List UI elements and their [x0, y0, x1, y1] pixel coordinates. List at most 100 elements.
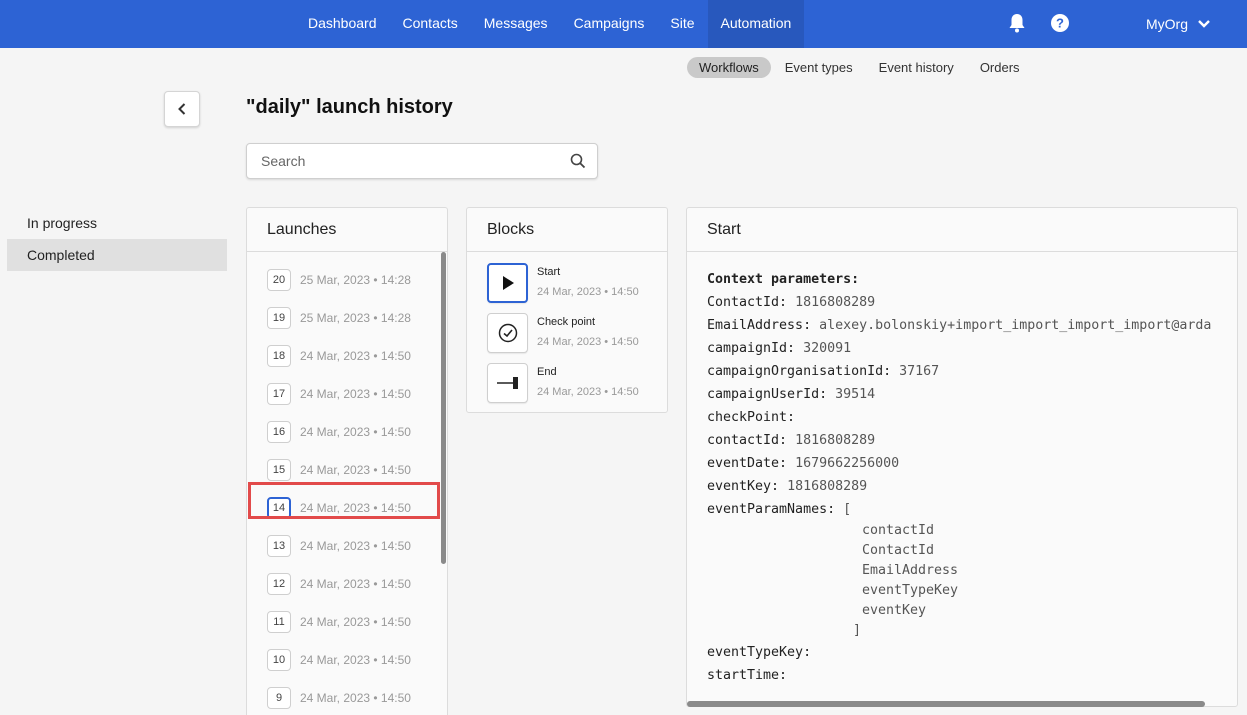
param-key: campaignId: — [707, 341, 796, 356]
launch-date: 24 Mar, 2023 • 14:50 — [300, 653, 411, 667]
chevron-left-icon — [178, 103, 186, 115]
param-value: [ — [843, 502, 852, 517]
param-key: checkPoint: — [707, 410, 796, 425]
param-value: 1816808289 — [795, 295, 876, 310]
param-line: startTime: — [707, 664, 1211, 687]
launch-date: 24 Mar, 2023 • 14:50 — [300, 577, 411, 591]
nav-item-campaigns[interactable]: Campaigns — [561, 0, 658, 48]
array-close: ] — [853, 623, 862, 638]
launch-number: 11 — [267, 611, 291, 633]
filter-in-progress[interactable]: In progress — [7, 207, 227, 239]
launch-date: 24 Mar, 2023 • 14:50 — [300, 615, 411, 629]
detail-scrollbar[interactable] — [687, 701, 1205, 707]
nav-item-contacts[interactable]: Contacts — [390, 0, 471, 48]
block-row[interactable]: End 24 Mar, 2023 • 14:50 — [467, 359, 667, 407]
org-name: MyOrg — [1146, 16, 1188, 32]
tab-event-types[interactable]: Event types — [773, 57, 865, 78]
launches-panel: Launches 20 25 Mar, 2023 • 14:28 19 25 Mar,… — [246, 207, 448, 715]
launch-date: 24 Mar, 2023 • 14:50 — [300, 539, 411, 553]
end-icon — [496, 376, 519, 390]
nav-item-site[interactable]: Site — [657, 0, 707, 48]
param-line: EmailAddress: alexey.bolonskiy+import_im… — [707, 314, 1211, 337]
blocks-title: Blocks — [467, 208, 667, 252]
launch-row[interactable]: 19 25 Mar, 2023 • 14:28 — [247, 299, 442, 337]
launch-number: 19 — [267, 307, 291, 329]
param-line: campaignId: 320091 — [707, 337, 1211, 360]
param-key: campaignOrganisationId: — [707, 364, 892, 379]
search-icon[interactable] — [570, 153, 586, 169]
launch-row[interactable]: 9 24 Mar, 2023 • 14:50 — [247, 679, 442, 715]
sub-nav: Workflows Event types Event history Orders — [687, 57, 1032, 78]
play-icon — [501, 275, 515, 291]
launch-date: 24 Mar, 2023 • 14:50 — [300, 463, 411, 477]
param-line: campaignOrganisationId: 37167 — [707, 360, 1211, 383]
param-line: contactId: 1816808289 — [707, 429, 1211, 452]
nav-item-messages[interactable]: Messages — [471, 0, 561, 48]
nav-item-automation[interactable]: Automation — [707, 0, 805, 48]
launch-row[interactable]: 18 24 Mar, 2023 • 14:50 — [247, 337, 442, 375]
param-value: 37167 — [899, 364, 940, 379]
param-key: startTime: — [707, 668, 788, 683]
launch-row[interactable]: 12 24 Mar, 2023 • 14:50 — [247, 565, 442, 603]
launch-number: 18 — [267, 345, 291, 367]
nav-item-dashboard[interactable]: Dashboard — [295, 0, 390, 48]
launch-date: 24 Mar, 2023 • 14:50 — [300, 387, 411, 401]
launch-date: 25 Mar, 2023 • 14:28 — [300, 273, 411, 287]
block-name: End — [537, 366, 557, 378]
launch-number: 20 — [267, 269, 291, 291]
launch-row[interactable]: 17 24 Mar, 2023 • 14:50 — [247, 375, 442, 413]
notifications-bell-icon[interactable] — [1008, 13, 1026, 33]
param-value: 1679662256000 — [795, 456, 900, 471]
launch-row[interactable]: 14 24 Mar, 2023 • 14:50 — [247, 489, 442, 527]
param-value: 320091 — [803, 341, 852, 356]
launch-row[interactable]: 13 24 Mar, 2023 • 14:50 — [247, 527, 442, 565]
block-date: 24 Mar, 2023 • 14:50 — [537, 336, 639, 348]
block-icon-box — [487, 263, 528, 303]
help-icon[interactable]: ? — [1050, 13, 1070, 33]
block-name: Start — [537, 266, 561, 278]
context-parameters: Context parameters: ContactId: 1816808289… — [707, 268, 1211, 687]
param-line: eventTypeKey: — [707, 641, 1211, 664]
param-value: 1816808289 — [795, 433, 876, 448]
param-line: eventDate: 1679662256000 — [707, 452, 1211, 475]
param-key: eventDate: — [707, 456, 788, 471]
param-value: 39514 — [835, 387, 876, 402]
param-key: eventKey: — [707, 479, 780, 494]
back-button[interactable] — [164, 91, 200, 127]
blocks-panel: Blocks Start 24 Mar, 2023 • 14:50 Check po… — [466, 207, 668, 413]
search-input[interactable] — [247, 144, 557, 178]
launch-number: 15 — [267, 459, 291, 481]
search-box — [246, 143, 598, 179]
svg-text:?: ? — [1056, 16, 1064, 31]
main-nav: Dashboard Contacts Messages Campaigns Site Au… — [295, 0, 805, 48]
param-name-item: eventTypeKey — [862, 583, 959, 598]
launch-number: 16 — [267, 421, 291, 443]
param-value: 1816808289 — [787, 479, 868, 494]
param-key: eventParamNames: — [707, 502, 836, 517]
block-row[interactable]: Check point 24 Mar, 2023 • 14:50 — [467, 309, 667, 357]
launches-scrollbar[interactable] — [441, 252, 446, 564]
page-title: "daily" launch history — [246, 96, 453, 118]
block-name: Check point — [537, 316, 596, 328]
param-name-item: ContactId — [862, 543, 935, 558]
launch-date: 24 Mar, 2023 • 14:50 — [300, 425, 411, 439]
launch-row[interactable]: 11 24 Mar, 2023 • 14:50 — [247, 603, 442, 641]
block-date: 24 Mar, 2023 • 14:50 — [537, 386, 639, 398]
launch-row[interactable]: 10 24 Mar, 2023 • 14:50 — [247, 641, 442, 679]
chevron-down-icon — [1198, 20, 1210, 28]
param-value: alexey.bolonskiy+import_import_import_im… — [819, 318, 1212, 333]
org-switcher[interactable]: MyOrg — [1146, 0, 1210, 48]
block-row[interactable]: Start 24 Mar, 2023 • 14:50 — [467, 259, 667, 307]
launch-number: 17 — [267, 383, 291, 405]
param-key: contactId: — [707, 433, 788, 448]
launch-row[interactable]: 16 24 Mar, 2023 • 14:50 — [247, 413, 442, 451]
tab-orders[interactable]: Orders — [968, 57, 1032, 78]
tab-event-history[interactable]: Event history — [867, 57, 966, 78]
launch-row[interactable]: 15 24 Mar, 2023 • 14:50 — [247, 451, 442, 489]
tab-workflows[interactable]: Workflows — [687, 57, 771, 78]
launch-row[interactable]: 20 25 Mar, 2023 • 14:28 — [247, 261, 442, 299]
launch-number: 13 — [267, 535, 291, 557]
param-key: ContactId: — [707, 295, 788, 310]
launch-date: 25 Mar, 2023 • 14:28 — [300, 311, 411, 325]
filter-completed[interactable]: Completed — [7, 239, 227, 271]
